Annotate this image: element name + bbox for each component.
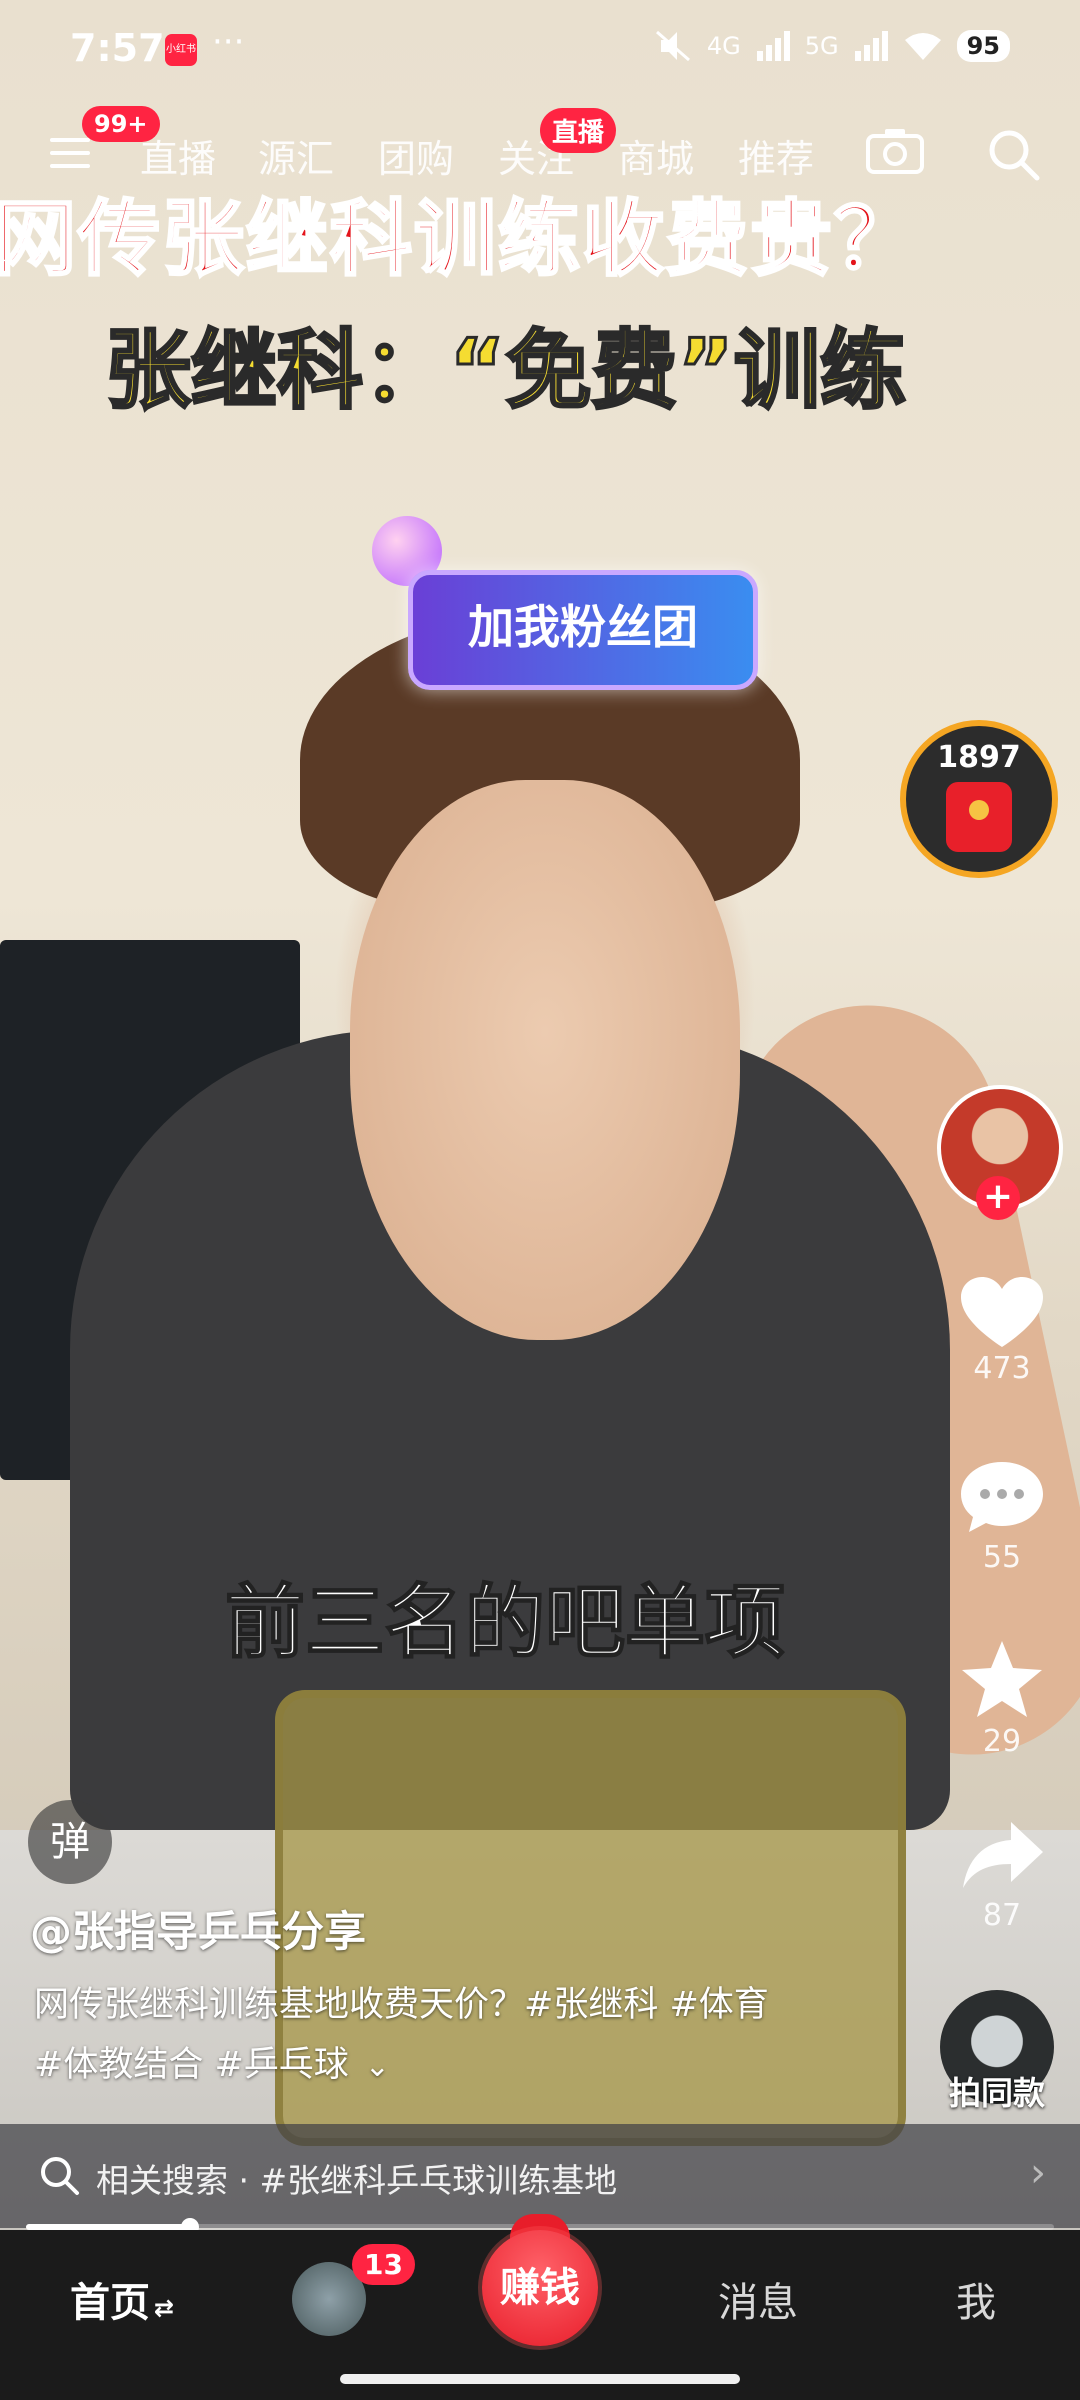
search-small-icon (41, 2157, 79, 2195)
nav-messages[interactable]: 消息 (718, 2270, 798, 2328)
heart-icon (961, 1277, 1043, 1347)
related-search-bar[interactable]: 相关搜索 · #张继科乒乓球训练基地 › (0, 2124, 1080, 2228)
red-packet-widget[interactable]: 1897 (900, 720, 1058, 878)
comment-count: 55 (982, 1540, 1022, 1575)
video-subtitle: 前三名的吧单项 (224, 1575, 786, 1670)
danmu-toggle[interactable]: 弹 (28, 1800, 112, 1884)
battery-level: 95 (956, 30, 1010, 62)
expand-chevron-icon[interactable]: ⌄ (365, 2037, 390, 2097)
desc-line-2-text: #体教结合 #乒乓球 (34, 2045, 349, 2085)
more-dots: ··· (212, 22, 245, 62)
status-right: 4G 5G 95 (653, 28, 1010, 64)
video-headline-2: 张继科：“免费”训练 (103, 320, 907, 423)
fan-group-sticker[interactable]: 加我粉丝团 (408, 570, 758, 690)
star-icon (962, 1641, 1042, 1717)
menu-icon[interactable] (50, 138, 94, 168)
mute-icon (655, 30, 690, 62)
chevron-right-icon: › (1030, 2150, 1046, 2196)
like-count: 473 (973, 1351, 1031, 1386)
signal-icon (756, 31, 790, 61)
follow-button[interactable]: + (976, 1176, 1020, 1220)
desc-line-2: #体教结合 #乒乓球 ⌄ (34, 2035, 884, 2097)
nav-home[interactable]: 首页 ⇄ (70, 2270, 174, 2328)
earn-button[interactable]: 赚钱 (482, 2230, 598, 2346)
post-description[interactable]: 网传张继科训练基地收费天价？#张继科 #体育 #体教结合 #乒乓球 ⌄ (34, 1975, 884, 2097)
signal-icon-2 (854, 31, 888, 61)
video-headline-1: 网传张继科训练收费贵？ (0, 191, 919, 289)
comment-icon (961, 1462, 1043, 1532)
nav-me[interactable]: 我 (956, 2270, 996, 2328)
red-packet-icon (946, 782, 1012, 852)
search-icon[interactable] (985, 126, 1041, 182)
share-action[interactable]: 87 (940, 1818, 1064, 1933)
favorite-action[interactable]: 29 (940, 1638, 1064, 1759)
swap-icon: ⇄ (154, 2294, 175, 2322)
share-count: 87 (982, 1898, 1022, 1933)
status-bar: 7:57 小红书 ··· 4G 5G 95 (0, 0, 1080, 100)
author-name[interactable]: @张指导乒乓分享 (30, 1898, 366, 1959)
like-action[interactable]: 473 (940, 1275, 1064, 1386)
nav-home-label: 首页 (70, 2280, 150, 2326)
home-indicator[interactable] (340, 2374, 740, 2384)
network-4g: 4G (706, 32, 741, 60)
desc-line-1: 网传张继科训练基地收费天价？#张继科 #体育 (34, 1985, 769, 2025)
following-live-badge: 直播 (540, 108, 617, 153)
nav-avatar-badge: 13 (352, 2244, 415, 2285)
status-time: 7:57 (70, 26, 165, 70)
same-style-label[interactable]: 拍同款 (930, 2068, 1064, 2114)
favorite-count: 29 (982, 1724, 1022, 1759)
comment-action[interactable]: 55 (940, 1458, 1064, 1575)
app-mini-icon: 小红书 (165, 34, 197, 66)
share-icon (963, 1822, 1043, 1888)
wifi-icon (904, 33, 941, 60)
person-face (350, 780, 740, 1340)
red-packet-count: 1897 (937, 740, 1021, 775)
related-search-text: 相关搜索 · #张继科乒乓球训练基地 (96, 2161, 618, 2200)
camera-icon[interactable] (865, 126, 925, 176)
network-5g: 5G (804, 32, 839, 60)
